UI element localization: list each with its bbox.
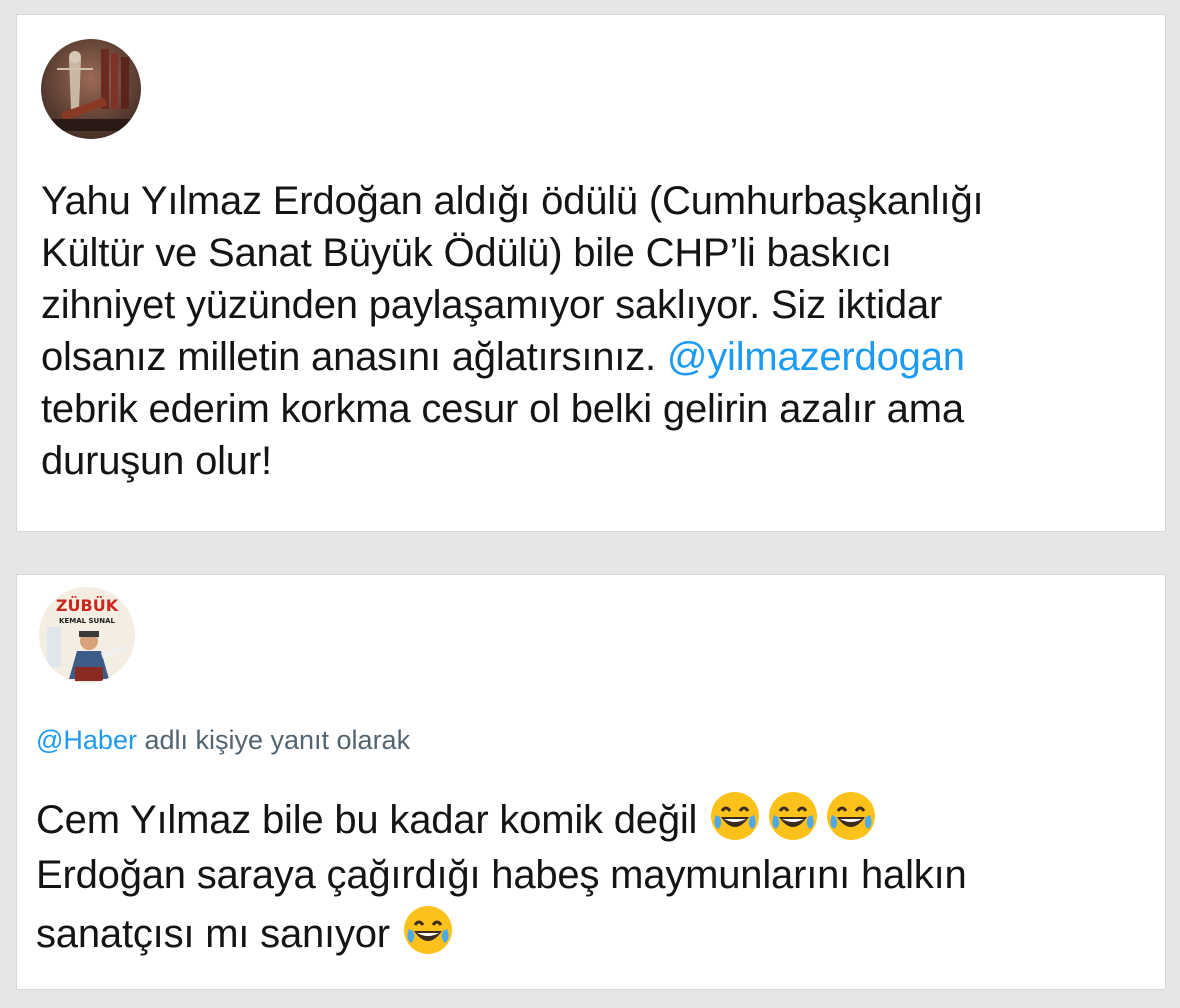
reply-suffix: adlı kişiye yanıt olarak — [136, 725, 411, 755]
tweet-2-text: Cem Yılmaz bile bu kadar komik değil Erd… — [36, 789, 1156, 962]
tweet-1-line-5: tebrik ederim korkma cesur ol belki geli… — [41, 387, 964, 431]
user-avatar-1[interactable] — [41, 39, 141, 139]
tweet-1-line-2: Kültür ve Sanat Büyük Ödülü) bile CHP’li… — [41, 231, 892, 275]
user-avatar-2[interactable]: ZÜBÜK KEMAL SUNAL — [39, 587, 135, 683]
reply-context: @Haber adlı kişiye yanıt olarak — [36, 725, 410, 756]
tweet-card-1: Yahu Yılmaz Erdoğan aldığı ödülü (Cumhur… — [16, 14, 1166, 532]
tweet-1-line-3: zihniyet yüzünden paylaşamıyor saklıyor.… — [41, 283, 943, 327]
tweet-1-line-6: duruşun olur! — [41, 439, 272, 483]
face-with-tears-of-joy-icon — [401, 903, 455, 957]
poster-title: ZÜBÜK — [56, 596, 119, 615]
face-with-tears-of-joy-icon — [708, 789, 762, 843]
tweet-2-line-2: Erdoğan saraya çağırdığı habeş maymunlar… — [36, 853, 967, 897]
face-with-tears-of-joy-icon — [766, 789, 820, 843]
poster-subtitle: KEMAL SUNAL — [59, 617, 115, 625]
tweet-1-text: Yahu Yılmaz Erdoğan aldığı ödülü (Cumhur… — [41, 175, 1153, 487]
tweet-card-2: ZÜBÜK KEMAL SUNAL @Haber adlı kişiye yan… — [16, 574, 1166, 990]
tweet-1-line-1: Yahu Yılmaz Erdoğan aldığı ödülü (Cumhur… — [41, 179, 984, 223]
face-with-tears-of-joy-icon — [824, 789, 878, 843]
reply-mention-link[interactable]: @Haber — [36, 725, 137, 755]
movie-poster-icon: ZÜBÜK KEMAL SUNAL — [39, 587, 135, 683]
mention-link-yilmazerdogan[interactable]: @yilmazerdogan — [667, 335, 965, 379]
tweet-2-line-3: sanatçısı mı sanıyor — [36, 912, 401, 956]
tweet-1-line-4: olsanız milletin anasını ağlatırsınız. — [41, 335, 667, 379]
justice-gavel-icon — [41, 39, 141, 139]
tweet-2-line-1: Cem Yılmaz bile bu kadar komik değil — [36, 798, 709, 842]
